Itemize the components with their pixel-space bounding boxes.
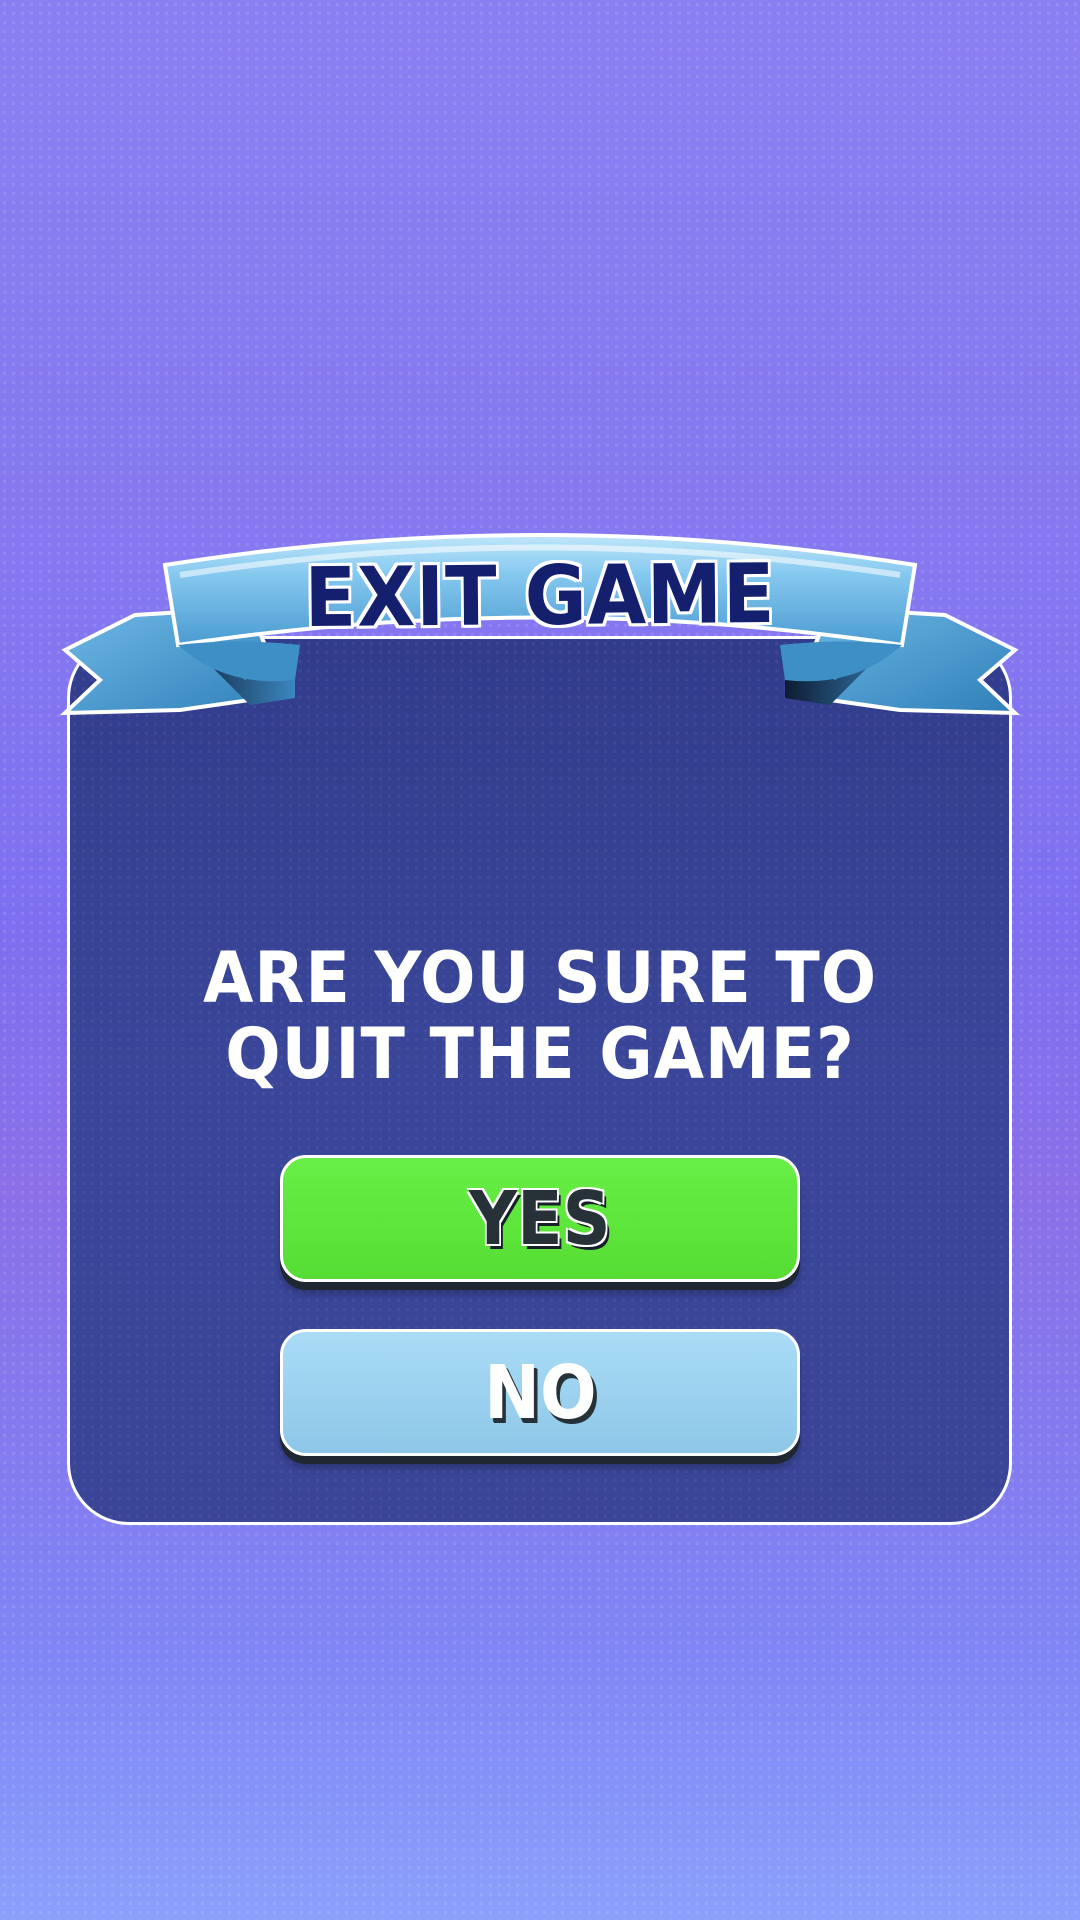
dialog-title: EXIT GAME — [304, 546, 776, 647]
yes-button-label: YES — [469, 1175, 611, 1262]
question-line-2: QUIT THE GAME? — [225, 1013, 855, 1095]
exit-game-screen: EXIT GAME ARE YOU SURE TO QUIT THE GAME?… — [0, 0, 1080, 1920]
no-button[interactable]: NO — [280, 1329, 800, 1456]
question-line-1: ARE YOU SURE TO — [202, 937, 878, 1019]
no-button-label: NO — [483, 1349, 597, 1436]
yes-button[interactable]: YES — [280, 1155, 800, 1282]
confirmation-question: ARE YOU SURE TO QUIT THE GAME? — [160, 940, 920, 1092]
